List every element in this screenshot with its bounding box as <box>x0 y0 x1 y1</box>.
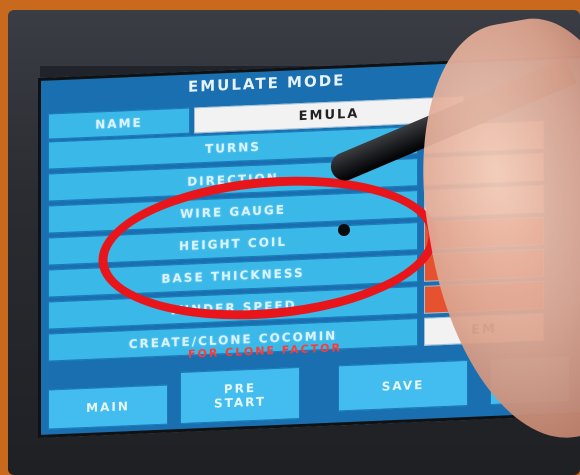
main-button-label: MAIN <box>86 399 130 415</box>
start-label: START <box>213 394 267 411</box>
main-button[interactable]: MAIN <box>48 384 168 430</box>
name-label: NAME <box>48 107 190 140</box>
pre-label: PRE <box>223 380 257 397</box>
save-button-label: SAVE <box>381 377 425 394</box>
screen-title: EMULATE MODE <box>188 71 346 96</box>
save-button[interactable]: SAVE <box>338 359 468 412</box>
stylus-tip <box>338 224 350 236</box>
pre-start-button[interactable]: PRE START <box>180 367 300 425</box>
